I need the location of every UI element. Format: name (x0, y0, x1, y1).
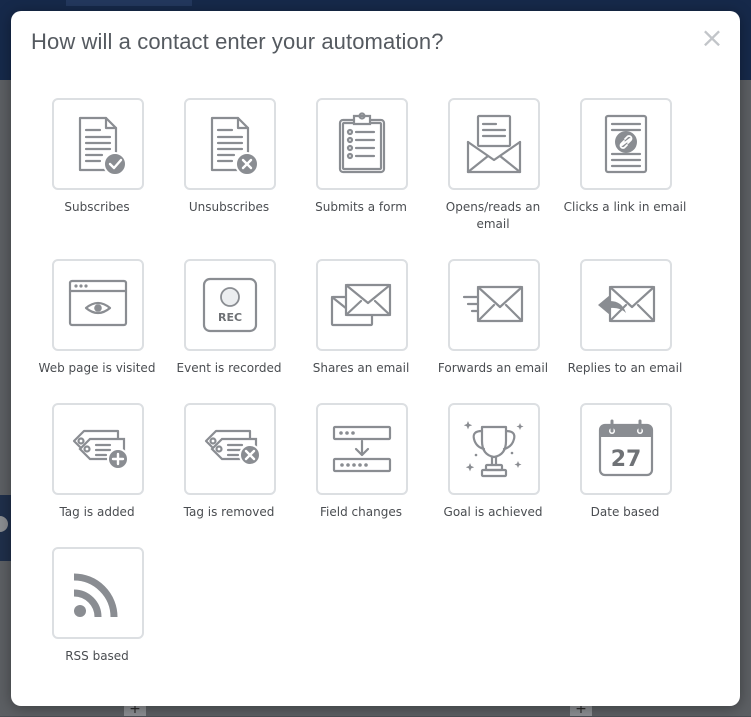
calendar-day: 27 (611, 447, 642, 472)
trigger-tile[interactable] (580, 98, 672, 190)
rss-icon (73, 573, 118, 618)
tag-remove-icon (204, 429, 261, 466)
form-clipboard-icon (338, 112, 386, 174)
trigger-label: Event is recorded (176, 361, 282, 375)
background-header-pill (66, 0, 192, 6)
close-button[interactable]: × (699, 24, 725, 52)
trigger-tile[interactable] (448, 259, 540, 351)
share-envelope-icon (330, 283, 392, 327)
trigger-label: Replies to an email (567, 361, 683, 375)
trigger-tile[interactable]: REC (184, 259, 276, 351)
trigger-tile[interactable] (316, 98, 408, 190)
browser-eye-icon (68, 279, 128, 327)
trigger-label: Unsubscribes (188, 200, 270, 214)
trigger-label: Goal is achieved (443, 505, 543, 519)
tag-add-icon (72, 429, 129, 470)
forward-envelope-icon (462, 285, 524, 323)
trigger-tile[interactable] (184, 98, 276, 190)
trigger-tile[interactable] (184, 403, 276, 495)
trigger-tile[interactable] (52, 259, 144, 351)
trigger-tile[interactable] (316, 259, 408, 351)
trigger-label: Shares an email (312, 361, 410, 375)
link-document-icon (604, 114, 648, 174)
rec-button-icon: REC (202, 277, 258, 333)
trigger-label: Subscribes (64, 200, 130, 214)
rec-text: REC (218, 311, 242, 324)
trigger-label: RSS based (65, 649, 129, 663)
trigger-tile[interactable]: 27 (580, 403, 672, 495)
trigger-label: Tag is removed (183, 505, 275, 519)
trigger-label: Forwards an email (437, 361, 549, 375)
trigger-label: Date based (590, 505, 660, 519)
reply-envelope-icon (598, 285, 656, 323)
trophy-icon (463, 421, 524, 478)
trigger-tile[interactable] (52, 403, 144, 495)
trigger-label: Clicks a link in email (563, 200, 687, 214)
open-envelope-icon (466, 114, 522, 174)
field-change-icon (332, 425, 392, 473)
trigger-label: Submits a form (315, 200, 407, 214)
trigger-label: Web page is visited (38, 361, 156, 375)
trigger-label: Field changes (320, 505, 402, 519)
trigger-label: Opens/reads an email (445, 200, 541, 231)
trigger-modal: How will a contact enter your automation… (11, 11, 740, 706)
trigger-tile[interactable] (580, 259, 672, 351)
trigger-tile[interactable] (316, 403, 408, 495)
trigger-tile[interactable] (52, 547, 144, 639)
calendar-icon: 27 (598, 419, 654, 477)
trigger-tile[interactable] (448, 403, 540, 495)
unsubscribe-icon (210, 116, 259, 176)
subscribe-icon (78, 116, 127, 176)
trigger-tile[interactable] (52, 98, 144, 190)
trigger-tile[interactable] (448, 98, 540, 190)
modal-title: How will a contact enter your automation… (31, 29, 444, 54)
trigger-label: Tag is added (59, 505, 135, 519)
